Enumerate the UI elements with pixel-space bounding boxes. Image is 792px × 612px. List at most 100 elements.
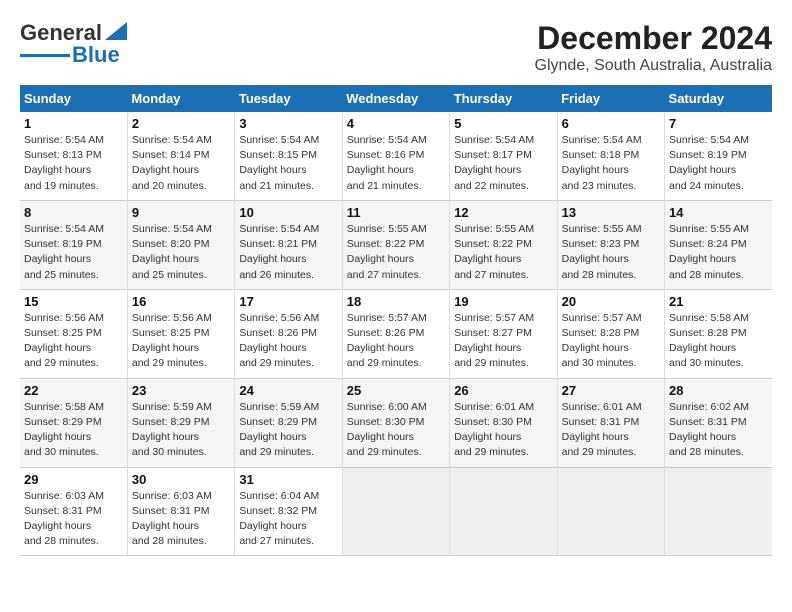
day-number: 5 [454,116,552,131]
calendar-cell: 3Sunrise: 5:54 AMSunset: 8:15 PMDaylight… [235,112,342,200]
day-number: 23 [132,383,230,398]
calendar-cell: 14Sunrise: 5:55 AMSunset: 8:24 PMDayligh… [665,200,772,289]
calendar-cell [342,467,449,556]
day-info: Sunrise: 5:56 AMSunset: 8:25 PMDaylight … [24,311,123,372]
day-info: Sunrise: 5:57 AMSunset: 8:26 PMDaylight … [347,311,445,372]
day-number: 7 [669,116,768,131]
day-number: 30 [132,472,230,487]
day-info: Sunrise: 5:55 AMSunset: 8:24 PMDaylight … [669,222,768,283]
day-info: Sunrise: 5:54 AMSunset: 8:16 PMDaylight … [347,133,445,194]
calendar-cell: 6Sunrise: 5:54 AMSunset: 8:18 PMDaylight… [557,112,664,200]
logo: General Blue [20,20,127,68]
calendar-cell: 21 Sunrise: 5:58 AMSunset: 8:28 PMDayligh… [665,289,772,378]
calendar-cell [450,467,557,556]
calendar-cell [665,467,772,556]
calendar-cell: 12Sunrise: 5:55 AMSunset: 8:22 PMDayligh… [450,200,557,289]
day-info: Sunrise: 5:55 AMSunset: 8:22 PMDaylight … [347,222,445,283]
day-number: 27 [562,383,660,398]
header-sunday: Sunday [20,85,127,112]
calendar-cell: 11Sunrise: 5:55 AMSunset: 8:22 PMDayligh… [342,200,449,289]
day-number: 24 [239,383,337,398]
day-info: Sunrise: 6:01 AMSunset: 8:31 PMDaylight … [562,400,660,461]
calendar-cell: 8Sunrise: 5:54 AMSunset: 8:19 PMDaylight… [20,200,127,289]
week-row-5: 29 Sunrise: 6:03 AMSunset: 8:31 PMDayligh… [20,467,772,556]
calendar-cell: 31Sunrise: 6:04 AMSunset: 8:32 PMDayligh… [235,467,342,556]
day-number: 1 [24,116,123,131]
calendar-cell [557,467,664,556]
header-monday: Monday [127,85,234,112]
day-number: 22 [24,383,123,398]
day-info: Sunrise: 5:57 AMSunset: 8:27 PMDaylight … [454,311,552,372]
day-info: Sunrise: 5:59 AMSunset: 8:29 PMDaylight … [239,400,337,461]
day-info: Sunrise: 5:56 AMSunset: 8:26 PMDaylight … [239,311,337,372]
calendar-cell: 19 Sunrise: 5:57 AMSunset: 8:27 PMDayligh… [450,289,557,378]
day-number: 13 [562,205,660,220]
day-number: 4 [347,116,445,131]
day-number: 29 [24,472,123,487]
logo-arrow-icon [105,22,127,40]
day-number: 16 [132,294,230,309]
day-number: 10 [239,205,337,220]
calendar-cell: 28 Sunrise: 6:02 AMSunset: 8:31 PMDayligh… [665,378,772,467]
calendar-cell: 27 Sunrise: 6:01 AMSunset: 8:31 PMDayligh… [557,378,664,467]
title-block: December 2024 Glynde, South Australia, A… [535,20,772,75]
week-row-2: 8Sunrise: 5:54 AMSunset: 8:19 PMDaylight… [20,200,772,289]
calendar-cell: 2Sunrise: 5:54 AMSunset: 8:14 PMDaylight… [127,112,234,200]
day-number: 21 [669,294,768,309]
day-info: Sunrise: 5:54 AMSunset: 8:14 PMDaylight … [132,133,230,194]
day-number: 25 [347,383,445,398]
calendar-cell: 23 Sunrise: 5:59 AMSunset: 8:29 PMDayligh… [127,378,234,467]
header-tuesday: Tuesday [235,85,342,112]
calendar-cell: 29Sunrise: 6:03 AMSunset: 8:31 PMDayligh… [20,467,127,556]
calendar-cell: 30 Sunrise: 6:03 AMSunset: 8:31 PMDayligh… [127,467,234,556]
day-number: 9 [132,205,230,220]
week-row-4: 22 Sunrise: 5:58 AMSunset: 8:29 PMDayligh… [20,378,772,467]
calendar-cell: 5 Sunrise: 5:54 AMSunset: 8:17 PMDaylight… [450,112,557,200]
calendar-cell: 4 Sunrise: 5:54 AMSunset: 8:16 PMDaylight… [342,112,449,200]
calendar-cell: 24 Sunrise: 5:59 AMSunset: 8:29 PMDayligh… [235,378,342,467]
header-friday: Friday [557,85,664,112]
calendar-cell: 10 Sunrise: 5:54 AMSunset: 8:21 PMDayligh… [235,200,342,289]
day-number: 19 [454,294,552,309]
day-number: 6 [562,116,660,131]
calendar-cell: 18 Sunrise: 5:57 AMSunset: 8:26 PMDayligh… [342,289,449,378]
logo-blue: Blue [72,42,120,68]
calendar-cell: 1 Sunrise: 5:54 AMSunset: 8:13 PMDaylight… [20,112,127,200]
header-saturday: Saturday [665,85,772,112]
day-info: Sunrise: 6:04 AMSunset: 8:32 PMDaylight … [239,489,337,550]
day-info: Sunrise: 5:58 AMSunset: 8:29 PMDaylight … [24,400,123,461]
week-row-1: 1 Sunrise: 5:54 AMSunset: 8:13 PMDaylight… [20,112,772,200]
day-info: Sunrise: 5:58 AMSunset: 8:28 PMDaylight … [669,311,768,372]
calendar-cell: 26 Sunrise: 6:01 AMSunset: 8:30 PMDayligh… [450,378,557,467]
day-number: 20 [562,294,660,309]
day-info: Sunrise: 6:00 AMSunset: 8:30 PMDaylight … [347,400,445,461]
header-thursday: Thursday [450,85,557,112]
day-info: Sunrise: 5:56 AMSunset: 8:25 PMDaylight … [132,311,230,372]
calendar-cell: 17 Sunrise: 5:56 AMSunset: 8:26 PMDayligh… [235,289,342,378]
day-info: Sunrise: 5:59 AMSunset: 8:29 PMDaylight … [132,400,230,461]
day-number: 17 [239,294,337,309]
day-number: 12 [454,205,552,220]
calendar-table: SundayMondayTuesdayWednesdayThursdayFrid… [20,85,772,556]
month-title: December 2024 [535,20,772,57]
day-number: 18 [347,294,445,309]
day-info: Sunrise: 5:57 AMSunset: 8:28 PMDaylight … [562,311,660,372]
calendar-cell: 16 Sunrise: 5:56 AMSunset: 8:25 PMDayligh… [127,289,234,378]
calendar-cell: 9 Sunrise: 5:54 AMSunset: 8:20 PMDaylight… [127,200,234,289]
day-info: Sunrise: 5:54 AMSunset: 8:21 PMDaylight … [239,222,337,283]
day-info: Sunrise: 5:54 AMSunset: 8:13 PMDaylight … [24,133,123,194]
day-info: Sunrise: 5:54 AMSunset: 8:17 PMDaylight … [454,133,552,194]
day-number: 8 [24,205,123,220]
day-info: Sunrise: 6:02 AMSunset: 8:31 PMDaylight … [669,400,768,461]
day-info: Sunrise: 5:54 AMSunset: 8:20 PMDaylight … [132,222,230,283]
location-title: Glynde, South Australia, Australia [535,57,772,75]
day-info: Sunrise: 5:55 AMSunset: 8:23 PMDaylight … [562,222,660,283]
calendar-cell: 25 Sunrise: 6:00 AMSunset: 8:30 PMDayligh… [342,378,449,467]
day-info: Sunrise: 6:03 AMSunset: 8:31 PMDaylight … [132,489,230,550]
calendar-cell: 15Sunrise: 5:56 AMSunset: 8:25 PMDayligh… [20,289,127,378]
calendar-header-row: SundayMondayTuesdayWednesdayThursdayFrid… [20,85,772,112]
day-number: 28 [669,383,768,398]
day-number: 26 [454,383,552,398]
day-info: Sunrise: 6:01 AMSunset: 8:30 PMDaylight … [454,400,552,461]
calendar-cell: 20 Sunrise: 5:57 AMSunset: 8:28 PMDayligh… [557,289,664,378]
